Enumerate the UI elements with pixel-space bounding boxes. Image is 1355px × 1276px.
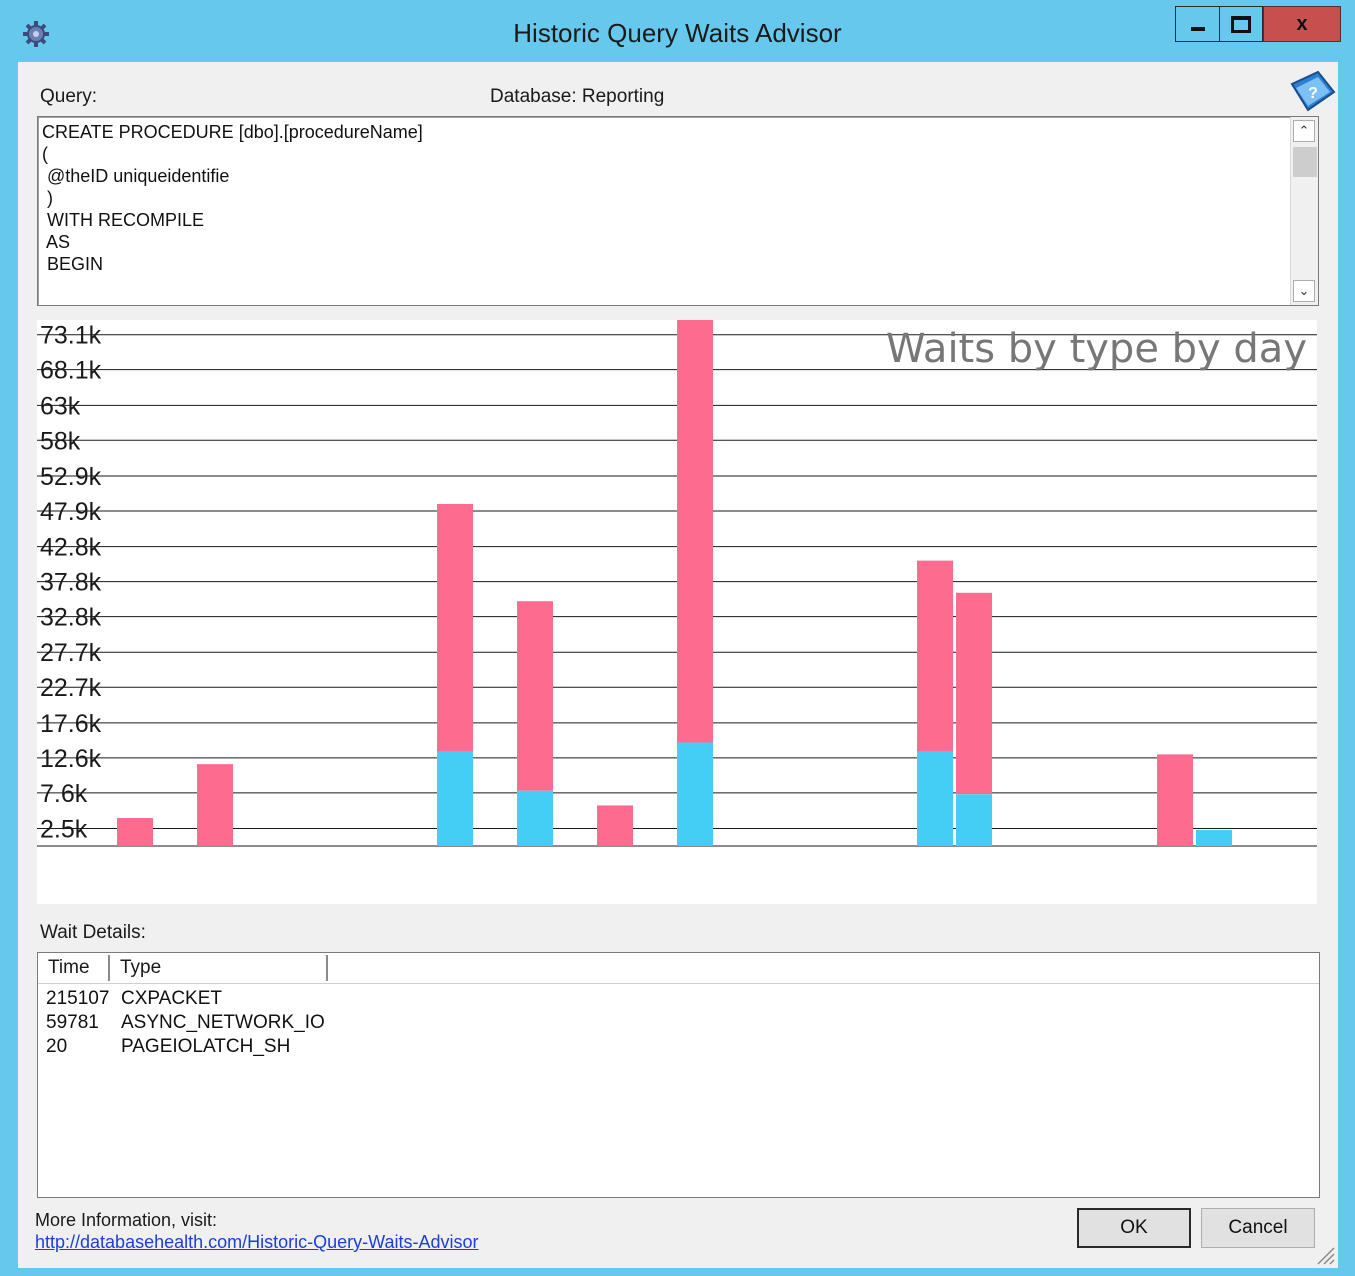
database-label: Database: Reporting xyxy=(490,86,665,107)
y-tick-label: 58k xyxy=(40,427,81,455)
list-header: Time Type xyxy=(38,955,1319,984)
more-info-link[interactable]: http://databasehealth.com/Historic-Query… xyxy=(35,1232,479,1253)
y-tick-label: 17.6k xyxy=(40,710,102,738)
bar-segment-blue xyxy=(956,794,992,846)
list-row[interactable]: 20 PAGEIOLATCH_SH xyxy=(38,1035,1319,1059)
bar-segment-blue xyxy=(917,751,953,846)
cancel-button[interactable]: Cancel xyxy=(1201,1208,1315,1248)
more-info-label: More Information, visit: xyxy=(35,1210,218,1230)
y-tick-label: 63k xyxy=(40,392,81,420)
help-book-icon[interactable]: ? xyxy=(1288,70,1338,114)
chart-title: Waits by type by day xyxy=(886,326,1307,372)
y-tick-label: 27.7k xyxy=(40,639,102,667)
bar-segment-pink xyxy=(677,320,713,743)
cell-time: 20 xyxy=(46,1036,68,1057)
bar-segment-pink xyxy=(956,592,992,795)
bar-segment-pink xyxy=(597,805,633,846)
y-tick-label: 7.6k xyxy=(40,780,88,808)
maximize-button[interactable] xyxy=(1219,6,1263,42)
cell-type: ASYNC_NETWORK_IO xyxy=(121,1012,325,1033)
window-title: Historic Query Waits Advisor xyxy=(513,18,842,48)
y-tick-label: 22.7k xyxy=(40,674,102,702)
query-text[interactable]: CREATE PROCEDURE [dbo].[procedureName] (… xyxy=(42,121,1282,275)
ok-button[interactable]: OK xyxy=(1077,1208,1191,1248)
wait-details-list[interactable]: Time Type 215107 CXPACKET 59781 ASYNC_NE… xyxy=(37,952,1320,1198)
scroll-down-icon[interactable]: ⌄ xyxy=(1293,280,1315,302)
column-header-type[interactable]: Type xyxy=(110,955,328,981)
title-bar[interactable]: Historic Query Waits Advisor x xyxy=(0,0,1355,62)
cell-time: 59781 xyxy=(46,1012,99,1033)
query-label: Query: xyxy=(40,86,98,107)
y-tick-label: 37.8k xyxy=(40,569,102,597)
column-header-time[interactable]: Time xyxy=(38,955,110,981)
cell-type: CXPACKET xyxy=(121,988,223,1009)
bar-segment-pink xyxy=(1157,754,1193,846)
bar-segment-blue xyxy=(1196,829,1232,846)
bar-segment-pink xyxy=(197,764,233,846)
cell-time: 215107 xyxy=(46,988,110,1009)
y-tick-label: 52.9k xyxy=(40,463,102,491)
y-tick-label: 68.1k xyxy=(40,357,102,385)
dialog-body: Query: Database: Reporting ? CREATE PROC… xyxy=(18,62,1338,1268)
wait-details-label: Wait Details: xyxy=(40,922,146,943)
chart-svg: 73.1k 68.1k 63k 58k 52.9k 47.9k 42.8k 37.8k 32.8… xyxy=(37,320,1317,847)
query-scrollbar[interactable]: ⌃ ⌄ xyxy=(1290,117,1318,305)
waits-chart: 73.1k 68.1k 63k 58k 52.9k 47.9k 42.8k 37.8k 32.8… xyxy=(37,320,1317,904)
y-tick-label: 12.6k xyxy=(40,745,102,773)
bar-segment-blue xyxy=(677,742,713,846)
minimize-button[interactable] xyxy=(1175,6,1219,42)
y-tick-label: 42.8k xyxy=(40,534,102,562)
dialog-window: Historic Query Waits Advisor x Query: Da… xyxy=(0,0,1355,1276)
scroll-up-icon[interactable]: ⌃ xyxy=(1293,120,1315,142)
list-row[interactable]: 59781 ASYNC_NETWORK_IO xyxy=(38,1011,1319,1035)
maximize-icon xyxy=(1231,15,1251,33)
list-rows: 215107 CXPACKET 59781 ASYNC_NETWORK_IO 2… xyxy=(38,987,1319,1059)
bar-segment-pink xyxy=(437,503,473,752)
resize-grip-icon[interactable] xyxy=(1314,1244,1336,1266)
bar-segment-blue xyxy=(437,751,473,846)
y-tick-label: 2.5k xyxy=(40,816,88,844)
y-tick-label: 32.8k xyxy=(40,604,102,632)
y-tick-label: 47.9k xyxy=(40,498,102,526)
bar-segment-pink xyxy=(917,560,953,752)
cell-type: PAGEIOLATCH_SH xyxy=(121,1036,291,1057)
scroll-thumb[interactable] xyxy=(1293,147,1317,177)
bar-segment-pink xyxy=(517,601,553,791)
minimize-icon xyxy=(1190,27,1205,31)
bar-segment-pink xyxy=(117,818,153,846)
svg-text:?: ? xyxy=(1308,85,1318,102)
y-tick-label: 73.1k xyxy=(40,322,102,350)
list-row[interactable]: 215107 CXPACKET xyxy=(38,987,1319,1011)
bar-segment-blue xyxy=(517,790,553,846)
query-textbox[interactable]: CREATE PROCEDURE [dbo].[procedureName] (… xyxy=(37,116,1319,306)
close-button[interactable]: x xyxy=(1263,6,1341,42)
